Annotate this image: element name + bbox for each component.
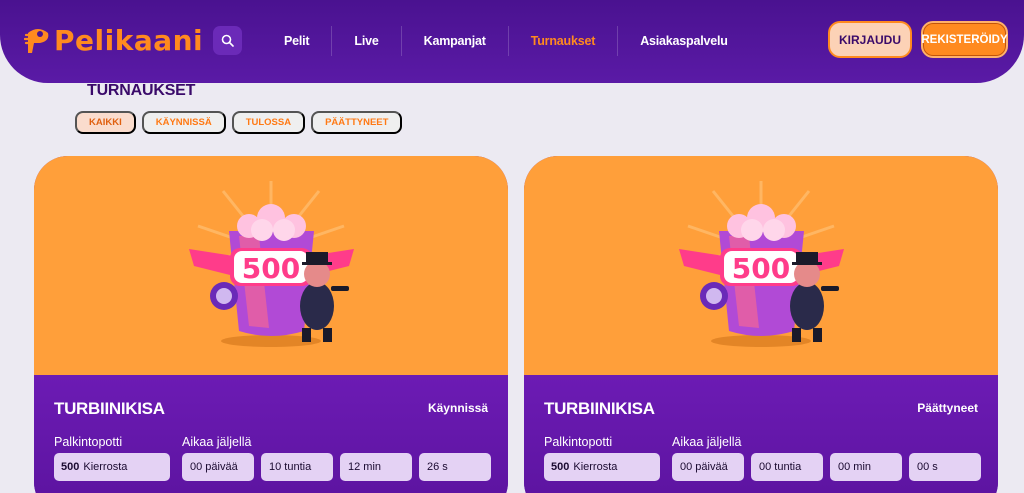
nav-turnaukset[interactable]: Turnaukset	[507, 26, 617, 56]
tournament-title: TURBIINIKISA	[54, 399, 165, 418]
filter-all[interactable]: KAIKKI	[75, 111, 136, 134]
tournament-card[interactable]: 500 TURBIINIKISA Käynnissä Palkintopotti…	[34, 156, 508, 493]
prize-pool-value: 500 Kierrosta	[54, 453, 170, 481]
countdown-seconds: 00 s	[909, 453, 981, 481]
filter-ended[interactable]: PÄÄTTYNEET	[311, 111, 403, 134]
countdown-seconds: 26 s	[419, 453, 491, 481]
search-button[interactable]	[213, 26, 242, 55]
page-title: TURNAUKSET	[87, 82, 196, 99]
countdown-minutes: 12 min	[340, 453, 412, 481]
filter-running[interactable]: KÄYNNISSÄ	[141, 111, 226, 134]
tournament-illustration: 500	[679, 181, 844, 347]
tournament-banner: 500	[524, 156, 998, 375]
banner-500-text: 500	[242, 252, 300, 285]
prize-unit: Kierrosta	[573, 461, 618, 473]
prize-amount: 500	[551, 461, 570, 473]
nav-live[interactable]: Live	[331, 26, 400, 56]
tournament-status: Käynnissä	[427, 401, 488, 415]
tournament-info: TURBIINIKISA Päättyneet Palkintopotti Ai…	[524, 375, 998, 493]
tournament-info: TURBIINIKISA Käynnissä Palkintopotti Aik…	[34, 375, 508, 493]
tournament-card[interactable]: 500 TURBIINIKISA Päättyneet Palkintopott…	[524, 156, 998, 493]
tournament-filters: KAIKKI KÄYNNISSÄ TULOSSA PÄÄTTYNEET	[75, 111, 408, 134]
pelikaani-logo-icon	[24, 29, 49, 53]
tournament-illustration: 500	[189, 181, 354, 347]
countdown-minutes: 00 min	[830, 453, 902, 481]
banner-500-text: 500	[732, 252, 790, 285]
time-left-label: Aikaa jäljellä	[182, 435, 252, 449]
tournament-title: TURBIINIKISA	[544, 399, 655, 418]
countdown-days: 00 päivää	[672, 453, 744, 481]
main-nav: Pelit Live Kampanjat Turnaukset Asiakasp…	[262, 26, 750, 56]
prize-unit: Kierrosta	[83, 461, 128, 473]
nav-kampanjat[interactable]: Kampanjat	[400, 26, 508, 56]
nav-pelit[interactable]: Pelit	[262, 26, 331, 56]
search-icon	[221, 34, 234, 47]
filter-upcoming[interactable]: TULOSSA	[231, 111, 306, 134]
tournament-status: Päättyneet	[917, 401, 978, 415]
login-button[interactable]: KIRJAUDU	[828, 21, 912, 58]
register-button[interactable]: REKISTERÖIDY	[921, 21, 1008, 58]
prize-pool-label: Palkintopotti	[544, 435, 613, 449]
time-left-label: Aikaa jäljellä	[672, 435, 742, 449]
nav-asiakaspalvelu[interactable]: Asiakaspalvelu	[617, 26, 750, 56]
site-header: Pelikaani Pelit Live Kampanjat Turnaukse…	[0, 0, 1024, 83]
countdown-days: 00 päivää	[182, 453, 254, 481]
prize-amount: 500	[61, 461, 80, 473]
prize-pool-value: 500 Kierrosta	[544, 453, 660, 481]
logo-text: Pelikaani	[54, 23, 204, 57]
tournament-banner: 500	[34, 156, 508, 375]
countdown-hours: 00 tuntia	[751, 453, 823, 481]
prize-pool-label: Palkintopotti	[54, 435, 123, 449]
countdown-hours: 10 tuntia	[261, 453, 333, 481]
logo[interactable]: Pelikaani	[24, 20, 203, 60]
